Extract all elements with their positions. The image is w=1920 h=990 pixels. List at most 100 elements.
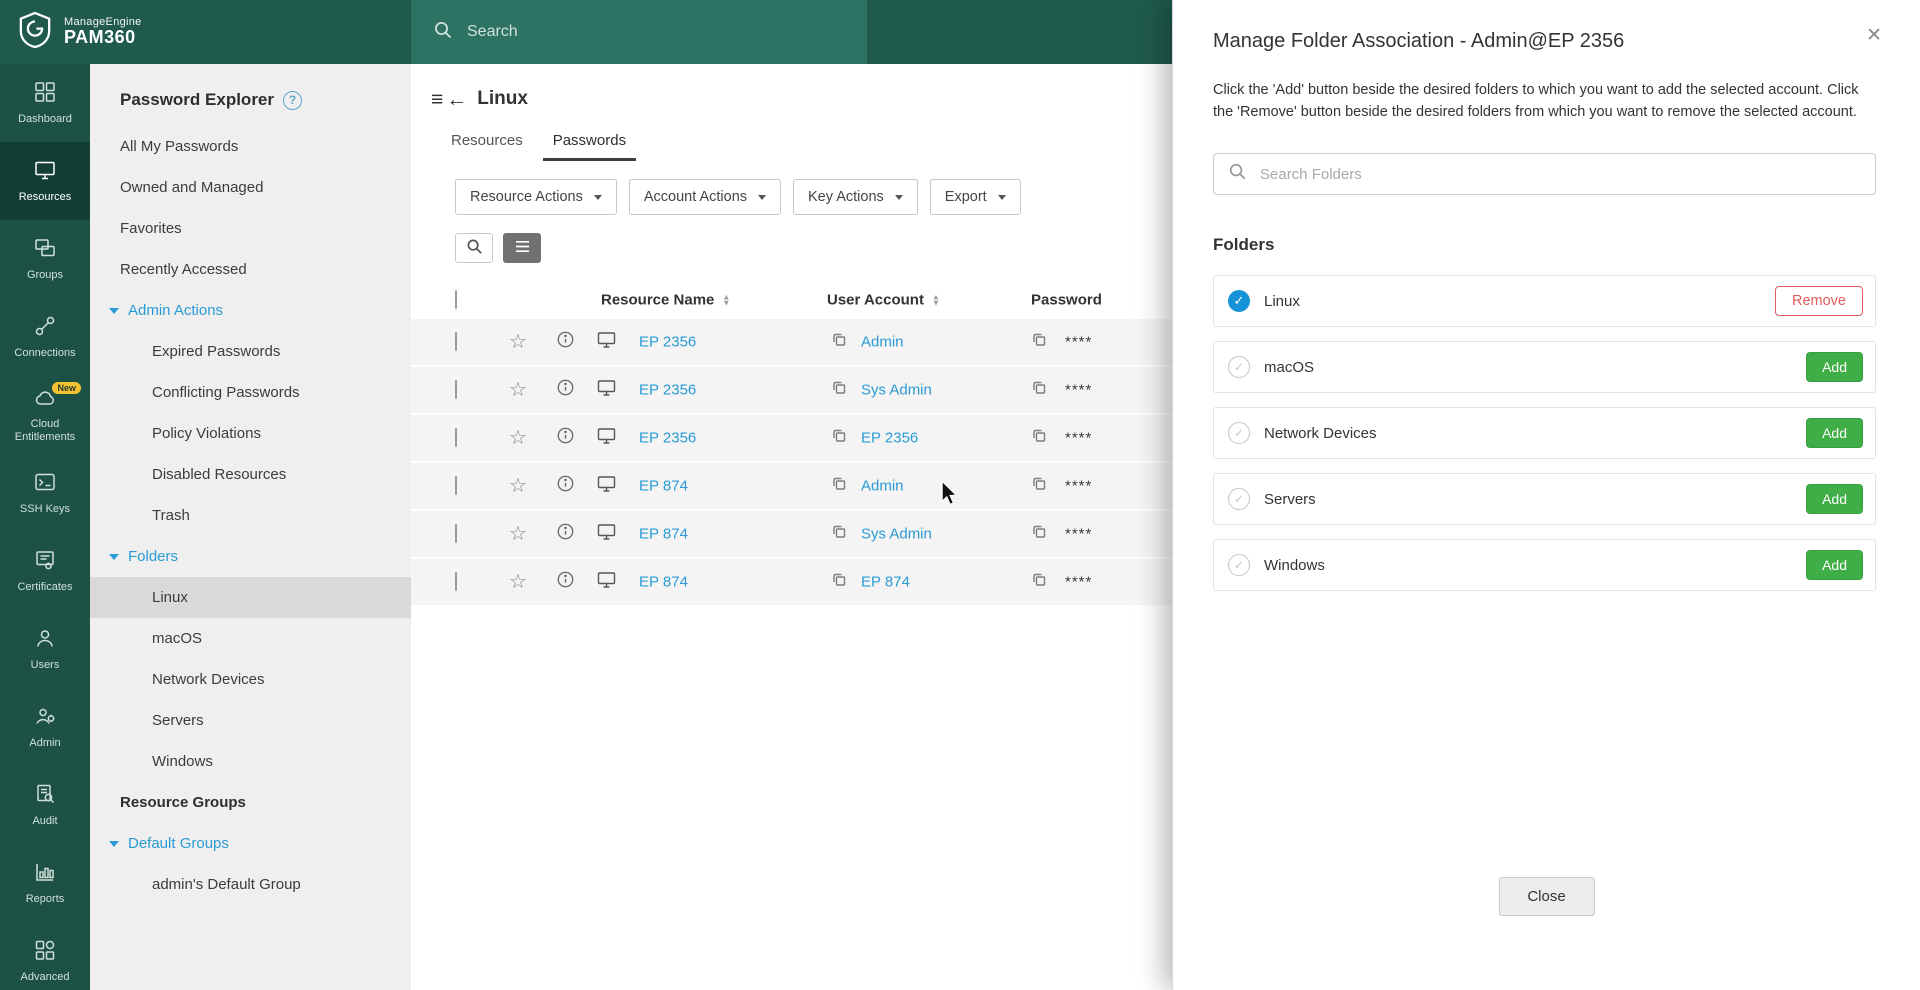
nav-label: Linux xyxy=(152,589,188,606)
favorite-star-icon[interactable]: ☆ xyxy=(509,332,527,352)
list-view-toggle-button[interactable] xyxy=(503,233,541,263)
tab-resources[interactable]: Resources xyxy=(441,124,533,161)
row-checkbox[interactable] xyxy=(455,476,457,495)
explorer-item-resource-groups[interactable]: Resource Groups xyxy=(90,782,411,823)
copy-password-icon[interactable] xyxy=(1031,332,1047,353)
explorer-folder-network-devices[interactable]: Network Devices xyxy=(90,659,411,700)
favorite-star-icon[interactable]: ☆ xyxy=(509,524,527,544)
row-checkbox[interactable] xyxy=(455,332,457,351)
user-account-link[interactable]: Admin xyxy=(861,334,904,351)
favorite-star-icon[interactable]: ☆ xyxy=(509,428,527,448)
copy-account-icon[interactable] xyxy=(831,380,847,401)
global-search-input[interactable] xyxy=(467,23,845,41)
explorer-item-admins-default-group[interactable]: admin's Default Group xyxy=(90,864,411,905)
explorer-group-admin-actions[interactable]: Admin Actions xyxy=(90,290,411,331)
close-button[interactable]: Close xyxy=(1498,877,1595,916)
product-name: PAM360 xyxy=(64,27,136,48)
explorer-item-trash[interactable]: Trash xyxy=(90,495,411,536)
copy-password-icon[interactable] xyxy=(1031,572,1047,593)
copy-account-icon[interactable] xyxy=(831,524,847,545)
favorite-star-icon[interactable]: ☆ xyxy=(509,572,527,592)
info-icon[interactable] xyxy=(557,379,574,401)
copy-account-icon[interactable] xyxy=(831,476,847,497)
column-header-resource-name[interactable]: Resource Name ▲ ▼ xyxy=(601,292,730,309)
favorite-star-icon[interactable]: ☆ xyxy=(509,380,527,400)
explorer-folder-servers[interactable]: Servers xyxy=(90,700,411,741)
user-account-link[interactable]: Sys Admin xyxy=(861,526,932,543)
explorer-group-folders[interactable]: Folders xyxy=(90,536,411,577)
favorite-star-icon[interactable]: ☆ xyxy=(509,476,527,496)
folder-search-input[interactable] xyxy=(1260,165,1861,183)
rail-item-resources[interactable]: Resources xyxy=(0,142,90,220)
add-button[interactable]: Add xyxy=(1806,418,1863,449)
row-checkbox[interactable] xyxy=(455,524,457,543)
help-icon[interactable]: ? xyxy=(283,90,303,110)
key-actions-button[interactable]: Key Actions xyxy=(793,179,918,215)
copy-account-icon[interactable] xyxy=(831,428,847,449)
explorer-item-favorites[interactable]: Favorites xyxy=(90,208,411,249)
explorer-group-default-groups[interactable]: Default Groups xyxy=(90,823,411,864)
explorer-item-owned-and-managed[interactable]: Owned and Managed xyxy=(90,167,411,208)
rail-item-cloud-entitlements[interactable]: New Cloud Entitlements xyxy=(0,376,90,454)
rail-item-dashboard[interactable]: Dashboard xyxy=(0,64,90,142)
close-icon[interactable]: ✕ xyxy=(1866,26,1882,45)
select-all-checkbox[interactable] xyxy=(455,290,457,309)
copy-password-icon[interactable] xyxy=(1031,428,1047,449)
collapse-sidebar-icon[interactable]: ≡ ← xyxy=(431,89,467,110)
explorer-item-recently-accessed[interactable]: Recently Accessed xyxy=(90,249,411,290)
resource-name-link[interactable]: EP 2356 xyxy=(639,430,696,447)
add-button[interactable]: Add xyxy=(1806,550,1863,581)
account-actions-button[interactable]: Account Actions xyxy=(628,179,782,215)
user-account-link[interactable]: Sys Admin xyxy=(861,382,932,399)
export-button[interactable]: Export xyxy=(929,179,1021,215)
resource-name-link[interactable]: EP 2356 xyxy=(639,334,696,351)
user-account-link[interactable]: EP 874 xyxy=(861,574,910,591)
explorer-item-policy-violations[interactable]: Policy Violations xyxy=(90,413,411,454)
tab-passwords[interactable]: Passwords xyxy=(542,124,637,161)
remove-button[interactable]: Remove xyxy=(1775,286,1863,317)
row-checkbox[interactable] xyxy=(455,572,457,591)
manage-folder-association-drawer: Manage Folder Association - Admin@EP 235… xyxy=(1172,0,1920,990)
explorer-item-expired-passwords[interactable]: Expired Passwords xyxy=(90,331,411,372)
rail-item-connections[interactable]: Connections xyxy=(0,298,90,376)
copy-account-icon[interactable] xyxy=(831,332,847,353)
rail-item-advanced[interactable]: Advanced xyxy=(0,922,90,990)
column-header-user-account[interactable]: User Account ▲ ▼ xyxy=(827,292,940,309)
explorer-folder-macos[interactable]: macOS xyxy=(90,618,411,659)
rail-item-reports[interactable]: Reports xyxy=(0,844,90,922)
add-button[interactable]: Add xyxy=(1806,484,1863,515)
copy-account-icon[interactable] xyxy=(831,572,847,593)
row-checkbox[interactable] xyxy=(455,380,457,399)
rail-item-audit[interactable]: Audit xyxy=(0,766,90,844)
info-icon[interactable] xyxy=(557,571,574,593)
info-icon[interactable] xyxy=(557,427,574,449)
column-label: User Account xyxy=(827,291,924,309)
info-icon[interactable] xyxy=(557,523,574,545)
info-icon[interactable] xyxy=(557,331,574,353)
copy-password-icon[interactable] xyxy=(1031,476,1047,497)
rail-item-certificates[interactable]: Certificates xyxy=(0,532,90,610)
explorer-folder-windows[interactable]: Windows xyxy=(90,741,411,782)
explorer-item-conflicting-passwords[interactable]: Conflicting Passwords xyxy=(90,372,411,413)
nav-group-label: Default Groups xyxy=(128,835,229,852)
rail-item-admin[interactable]: Admin xyxy=(0,688,90,766)
user-account-link[interactable]: Admin xyxy=(861,478,904,495)
resource-name-link[interactable]: EP 2356 xyxy=(639,382,696,399)
resource-name-link[interactable]: EP 874 xyxy=(639,478,688,495)
resource-name-link[interactable]: EP 874 xyxy=(639,574,688,591)
user-account-link[interactable]: EP 2356 xyxy=(861,430,918,447)
rail-item-ssh-keys[interactable]: SSH Keys xyxy=(0,454,90,532)
rail-item-users[interactable]: Users xyxy=(0,610,90,688)
explorer-item-all-my-passwords[interactable]: All My Passwords xyxy=(90,126,411,167)
resource-name-link[interactable]: EP 874 xyxy=(639,526,688,543)
resource-actions-button[interactable]: Resource Actions xyxy=(455,179,617,215)
info-icon[interactable] xyxy=(557,475,574,497)
row-checkbox[interactable] xyxy=(455,428,457,447)
explorer-folder-linux[interactable]: Linux xyxy=(90,577,411,618)
rail-item-groups[interactable]: Groups xyxy=(0,220,90,298)
copy-password-icon[interactable] xyxy=(1031,524,1047,545)
explorer-item-disabled-resources[interactable]: Disabled Resources xyxy=(90,454,411,495)
copy-password-icon[interactable] xyxy=(1031,380,1047,401)
add-button[interactable]: Add xyxy=(1806,352,1863,383)
table-search-button[interactable] xyxy=(455,233,493,263)
